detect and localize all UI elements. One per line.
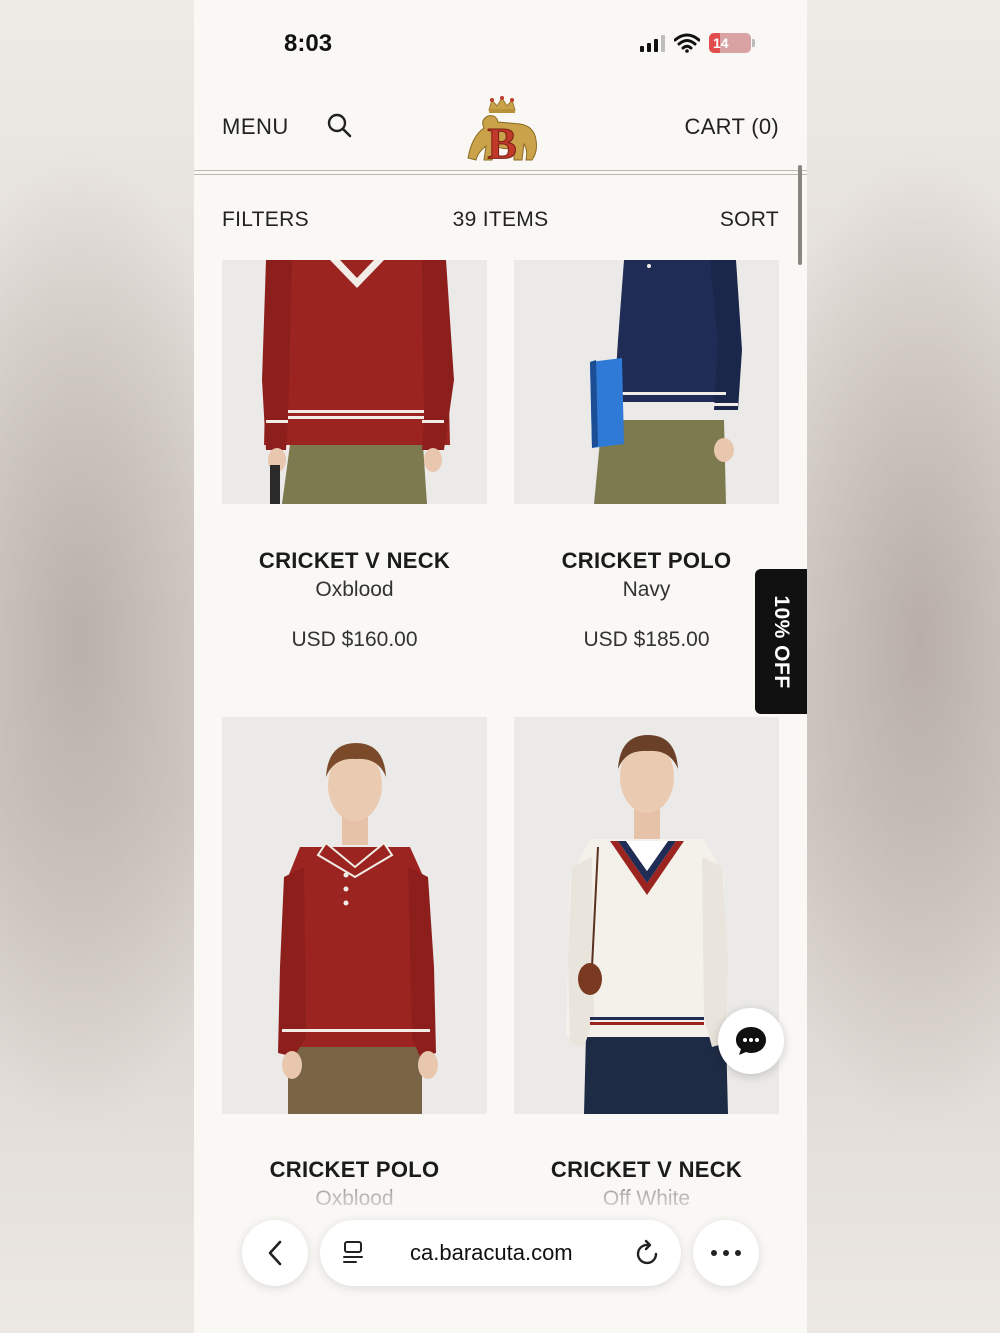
- listing-toolbar: FILTERS 39 ITEMS SORT: [194, 200, 807, 240]
- page-scrollbar[interactable]: [798, 165, 802, 265]
- product-card[interactable]: CRICKET V NECK Oxblood USD $160.00: [222, 260, 487, 652]
- wifi-icon: [674, 33, 700, 53]
- status-time: 8:03: [284, 30, 333, 57]
- product-image[interactable]: [514, 260, 779, 504]
- discount-label: 10% OFF: [770, 594, 793, 689]
- product-card[interactable]: CRICKET POLO Navy USD $185.00: [514, 260, 779, 652]
- product-name[interactable]: CRICKET V NECK: [222, 548, 487, 574]
- chat-button[interactable]: [718, 1008, 784, 1074]
- chat-bubble-icon: [736, 1027, 766, 1055]
- discount-tab[interactable]: 10% OFF: [755, 569, 807, 714]
- product-price: USD $160.00: [291, 628, 418, 651]
- reload-icon[interactable]: [635, 1239, 661, 1267]
- menu-button[interactable]: MENU: [222, 114, 289, 140]
- url-text[interactable]: ca.baracuta.com: [410, 1240, 573, 1266]
- battery-icon: 14: [709, 33, 755, 53]
- items-count: 39 ITEMS: [452, 208, 549, 231]
- product-image[interactable]: [222, 260, 487, 504]
- cart-button[interactable]: CART (0): [685, 114, 780, 140]
- product-name[interactable]: CRICKET POLO: [514, 548, 779, 574]
- status-icons: 14: [640, 33, 755, 53]
- svg-text:B: B: [487, 119, 516, 166]
- product-name[interactable]: CRICKET V NECK: [514, 1157, 779, 1183]
- address-bar[interactable]: ca.baracuta.com: [320, 1220, 681, 1286]
- cellular-signal-icon: [640, 34, 665, 52]
- chevron-left-icon: [268, 1240, 282, 1266]
- baracuta-lion-logo[interactable]: B: [462, 96, 542, 169]
- header-divider: [194, 170, 807, 175]
- product-color: Navy: [622, 578, 671, 601]
- product-price: USD $185.00: [583, 628, 710, 651]
- more-options-button[interactable]: [693, 1220, 759, 1286]
- product-card[interactable]: CRICKET POLO Oxblood: [222, 717, 487, 1211]
- search-icon[interactable]: [326, 112, 354, 140]
- product-color: Oxblood: [315, 578, 394, 601]
- site-header: MENU B CART (0): [194, 92, 807, 172]
- product-name[interactable]: CRICKET POLO: [222, 1157, 487, 1183]
- product-image[interactable]: [222, 717, 487, 1114]
- phone-screen: 8:03 14 MENU B CART (0) FILTERS 39 ITEMS…: [194, 0, 807, 1333]
- ellipsis-icon: [711, 1250, 741, 1256]
- reader-mode-icon[interactable]: [342, 1240, 366, 1266]
- back-button[interactable]: [242, 1220, 308, 1286]
- battery-level: 14: [713, 35, 729, 51]
- sort-button[interactable]: SORT: [720, 208, 779, 232]
- product-card[interactable]: CRICKET V NECK Off White: [514, 717, 779, 1211]
